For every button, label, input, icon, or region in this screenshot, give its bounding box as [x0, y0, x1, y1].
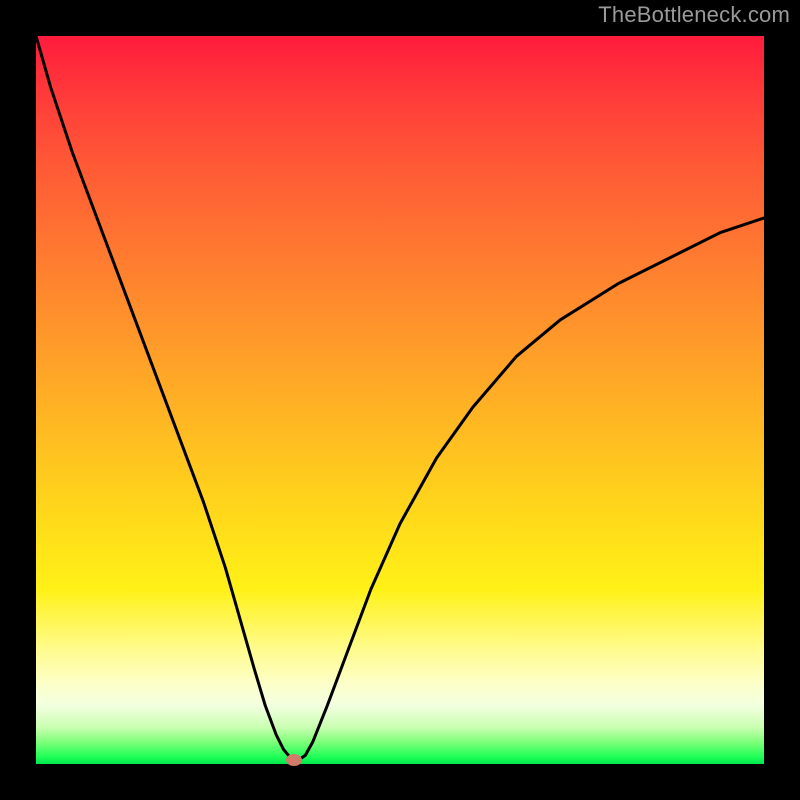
- curve-svg: [36, 36, 764, 764]
- minimum-marker: [286, 754, 302, 766]
- chart-stage: TheBottleneck.com: [0, 0, 800, 800]
- watermark-text: TheBottleneck.com: [598, 2, 790, 28]
- bottleneck-curve-path: [36, 36, 764, 760]
- plot-area: [36, 36, 764, 764]
